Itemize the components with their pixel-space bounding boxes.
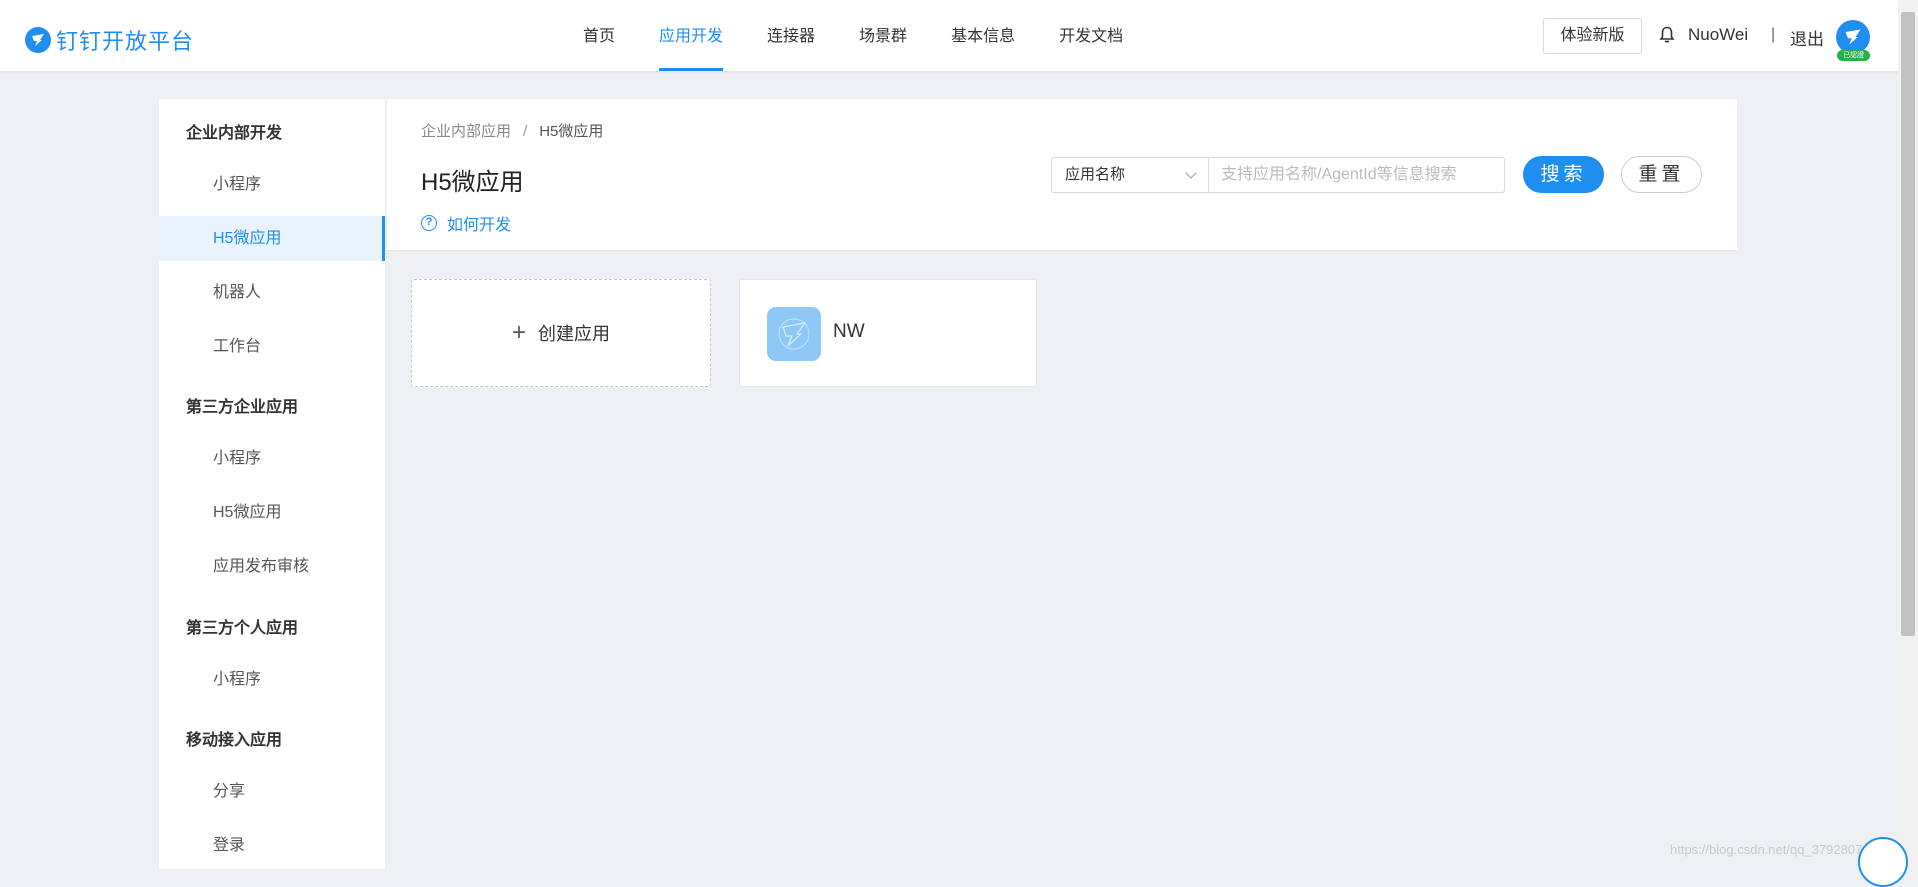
chevron-down-icon — [1185, 167, 1197, 179]
question-circle-icon: ? — [421, 215, 437, 231]
dingtalk-logo-icon — [25, 27, 51, 53]
floating-helper-button[interactable] — [1858, 837, 1908, 887]
nav-scene-groups[interactable]: 场景群 — [859, 0, 907, 71]
breadcrumb-parent[interactable]: 企业内部应用 — [421, 123, 511, 140]
top-navbar: 钉钉开放平台 首页 应用开发 连接器 场景群 基本信息 开发文档 体验新版 Nu… — [0, 0, 1918, 71]
search-button[interactable]: 搜索 — [1523, 156, 1604, 193]
logout-link[interactable]: 退出 — [1790, 25, 1824, 50]
content-header: 企业内部应用 / H5微应用 H5微应用 ? 如何开发 应用名称 搜索 重置 — [387, 99, 1737, 251]
search-field-select[interactable]: 应用名称 — [1051, 157, 1209, 193]
breadcrumb: 企业内部应用 / H5微应用 — [421, 120, 603, 141]
brand-name: 钉钉开放平台 — [56, 29, 195, 54]
sidebar-group-mobile: 移动接入应用 — [186, 732, 283, 749]
create-app-label: 创建应用 — [538, 324, 610, 344]
how-to-develop-label: 如何开发 — [447, 217, 512, 234]
breadcrumb-separator: / — [523, 123, 528, 140]
watermark: https://blog.csdn.net/qq_37928074 — [1670, 842, 1870, 857]
header-separator: | — [1771, 26, 1776, 43]
nav-dev-docs[interactable]: 开发文档 — [1059, 0, 1123, 71]
app-name: NW — [833, 321, 865, 342]
sidebar: 企业内部开发 小程序 H5微应用 机器人 工作台 第三方企业应用 小程序 H5微… — [159, 99, 385, 869]
avatar[interactable] — [1836, 20, 1870, 54]
nav-home[interactable]: 首页 — [583, 0, 615, 71]
verified-badge: 已認證 — [1837, 50, 1870, 61]
dingtalk-app-icon — [767, 307, 821, 361]
sidebar-group-third-party-enterprise: 第三方企业应用 — [186, 399, 299, 416]
breadcrumb-current: H5微应用 — [539, 123, 604, 140]
sidebar-item-internal-h5[interactable]: H5微应用 — [159, 216, 385, 261]
sidebar-item-personal-miniprogram[interactable]: 小程序 — [159, 657, 385, 702]
bell-icon[interactable] — [1659, 26, 1675, 44]
try-new-version-button[interactable]: 体验新版 — [1543, 18, 1642, 54]
sidebar-item-internal-robot[interactable]: 机器人 — [159, 270, 385, 315]
sidebar-item-tp-miniprogram[interactable]: 小程序 — [159, 436, 385, 481]
scrollbar-thumb[interactable] — [1901, 12, 1915, 636]
nav-app-development[interactable]: 应用开发 — [659, 0, 724, 71]
search-input[interactable] — [1208, 157, 1505, 193]
username[interactable]: NuoWei — [1688, 25, 1748, 45]
brand-logo[interactable]: 钉钉开放平台 — [25, 24, 194, 56]
app-card[interactable]: NW — [739, 279, 1037, 387]
main-nav: 首页 应用开发 连接器 场景群 基本信息 开发文档 — [583, 0, 1167, 71]
plus-icon: + — [511, 319, 526, 346]
sidebar-item-tp-h5[interactable]: H5微应用 — [159, 490, 385, 535]
reset-button[interactable]: 重置 — [1621, 156, 1702, 193]
search-field-select-value: 应用名称 — [1065, 166, 1126, 183]
nav-connectors[interactable]: 连接器 — [767, 0, 815, 71]
sidebar-group-internal: 企业内部开发 — [186, 125, 283, 142]
create-app-card[interactable]: + 创建应用 — [411, 279, 711, 387]
sidebar-item-login[interactable]: 登录 — [159, 823, 385, 868]
how-to-develop-link[interactable]: ? 如何开发 — [421, 211, 511, 235]
sidebar-item-internal-miniprogram[interactable]: 小程序 — [159, 162, 385, 207]
sidebar-group-third-party-personal: 第三方个人应用 — [186, 620, 299, 637]
sidebar-item-share[interactable]: 分享 — [159, 769, 385, 814]
sidebar-item-tp-review[interactable]: 应用发布审核 — [159, 544, 385, 589]
nav-basic-info[interactable]: 基本信息 — [951, 0, 1015, 71]
page-title: H5微应用 — [421, 169, 524, 196]
sidebar-item-internal-workbench[interactable]: 工作台 — [159, 324, 385, 369]
